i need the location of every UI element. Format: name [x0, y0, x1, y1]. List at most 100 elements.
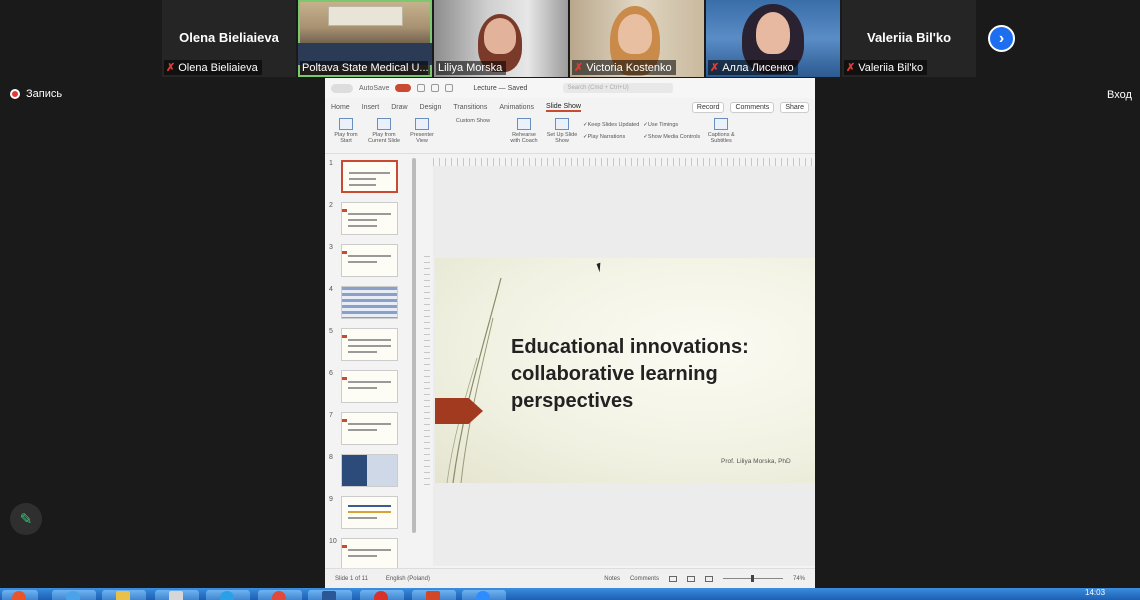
next-participants-button[interactable]: › — [988, 25, 1015, 52]
share-button[interactable]: Share — [780, 101, 809, 113]
slide-thumbnail[interactable] — [341, 286, 398, 319]
participant-tile[interactable]: ✗ Victoria Kostenko — [570, 0, 704, 77]
slide-sorter-icon[interactable] — [686, 575, 695, 582]
presenter-view-label: Presenter View — [410, 132, 434, 144]
tab-design[interactable]: Design — [420, 104, 442, 111]
taskbar-app[interactable] — [462, 590, 506, 600]
current-slide[interactable]: Educational innovations: collaborative l… — [435, 258, 815, 483]
play-current-icon — [377, 118, 391, 130]
comments-status-button[interactable]: Comments — [630, 576, 659, 582]
participant-tile[interactable]: Valeriia Bil'ko ✗ Valeriia Bil'ko — [842, 0, 976, 77]
slide-thumbnail-pane: 1 2 3 4 5 6 7 8 9 10 — [325, 156, 417, 571]
tab-draw[interactable]: Draw — [391, 104, 407, 111]
slide-thumbnail[interactable] — [341, 538, 398, 571]
slide-number: 3 — [329, 244, 333, 251]
thumb-line — [348, 219, 377, 221]
participant-display-name: Valeriia Bil'ko — [866, 30, 952, 45]
grass-decoration — [446, 277, 502, 483]
slide-thumbnail[interactable] — [341, 244, 398, 277]
slide-thumbnail[interactable] — [341, 454, 398, 487]
slide-thumbnail[interactable] — [341, 496, 398, 529]
annotate-pen-button[interactable]: ✎ — [10, 503, 42, 535]
thumb-line — [349, 178, 376, 180]
app-icon — [169, 591, 183, 600]
participant-face — [484, 18, 516, 54]
participant-tile[interactable]: Olena Bieliaieva ✗ Olena Bieliaieva — [162, 0, 296, 77]
rehearse-button[interactable]: Rehearse with Coach — [507, 118, 541, 144]
ribbon-tabs: Home Insert Draw Design Transitions Anim… — [325, 98, 815, 116]
shared-screen-powerpoint: AutoSave Lecture — Saved Search (Cmd + C… — [325, 78, 815, 588]
home-icon[interactable] — [417, 84, 426, 92]
powerpoint-icon — [426, 591, 440, 600]
language-indicator[interactable]: English (Poland) — [386, 576, 430, 582]
status-right: Notes Comments 74% — [604, 575, 805, 582]
taskbar-app[interactable] — [258, 590, 302, 600]
presenter-view-button[interactable]: Presenter View — [405, 118, 439, 144]
thumb-line — [349, 184, 376, 186]
taskbar-app[interactable] — [360, 590, 404, 600]
slide-author: Prof. Liliya Morska, PhD — [721, 458, 791, 465]
notes-button[interactable]: Notes — [604, 576, 620, 582]
participant-tile[interactable]: Liliya Morska — [434, 0, 568, 77]
tab-insert[interactable]: Insert — [362, 104, 380, 111]
slide-thumbnail[interactable] — [341, 370, 398, 403]
search-input[interactable]: Search (Cmd + Ctrl+U) — [563, 83, 674, 93]
tab-animations[interactable]: Animations — [499, 104, 534, 111]
mic-muted-icon: ✗ — [846, 62, 856, 74]
tab-slide-show[interactable]: Slide Show — [545, 103, 581, 112]
thumb-accent — [342, 545, 347, 548]
autosave-toggle[interactable] — [395, 84, 412, 92]
play-from-start-label: Play from Start — [334, 132, 358, 144]
taskbar-start[interactable] — [2, 590, 38, 600]
participant-tile-active[interactable]: Poltava State Medical U... — [298, 0, 432, 77]
thumb-line — [348, 261, 377, 263]
participant-tile[interactable]: ✗ Алла Лисенко — [706, 0, 840, 77]
participant-name: Victoria Kostenko — [586, 61, 672, 74]
custom-show-button[interactable]: Custom Show — [443, 118, 503, 124]
thumb-line — [348, 339, 391, 341]
slide-thumbnail[interactable] — [341, 412, 398, 445]
undo-icon[interactable] — [445, 84, 454, 92]
normal-view-icon[interactable] — [668, 575, 677, 582]
set-up-slideshow-button[interactable]: Set Up Slide Show — [545, 118, 579, 144]
save-icon[interactable] — [431, 84, 440, 92]
thumb-line — [348, 381, 391, 383]
recording-label: Запись — [26, 88, 63, 100]
slide-number: 10 — [329, 538, 337, 545]
chevron-right-icon: › — [998, 29, 1005, 47]
participant-label: ✗ Алла Лисенко — [708, 60, 798, 75]
taskbar-app[interactable] — [52, 590, 96, 600]
exit-button[interactable]: Вход — [1107, 89, 1132, 101]
participant-face — [756, 12, 790, 54]
taskbar-app[interactable] — [412, 590, 456, 600]
comments-button[interactable]: Comments — [730, 101, 775, 113]
captions-button[interactable]: Captions & Subtitles — [704, 118, 738, 144]
thumbnail-scrollbar[interactable] — [412, 158, 416, 533]
use-timings-checkbox[interactable]: Use Timings — [643, 122, 700, 128]
tab-transitions[interactable]: Transitions — [453, 104, 487, 111]
record-button[interactable]: Record — [691, 101, 725, 113]
zoom-slider[interactable] — [722, 575, 783, 582]
play-narrations-checkbox[interactable]: Play Narrations — [583, 134, 639, 140]
mic-muted-icon: ✗ — [710, 62, 720, 74]
participant-label: Liliya Morska — [436, 61, 507, 75]
slide-thumbnail[interactable] — [341, 328, 398, 361]
taskbar-app[interactable] — [308, 590, 352, 600]
tab-home[interactable]: Home — [331, 104, 350, 111]
taskbar-app[interactable] — [206, 590, 250, 600]
keep-slides-updated-checkbox[interactable]: Keep Slides Updated — [583, 122, 640, 128]
recording-indicator[interactable]: Запись — [10, 88, 62, 100]
slideshow-options-2: Use Timings Show Media Controls — [643, 118, 700, 140]
participant-label: Poltava State Medical U... — [300, 61, 428, 75]
sidebar-toggle[interactable] — [331, 83, 353, 93]
taskbar-app[interactable] — [102, 590, 146, 600]
show-media-controls-checkbox[interactable]: Show Media Controls — [643, 134, 700, 140]
slide-number: 2 — [329, 202, 333, 209]
thumb-line — [348, 387, 377, 389]
slide-thumbnail[interactable] — [341, 202, 398, 235]
reading-view-icon[interactable] — [704, 575, 713, 582]
play-from-current-button[interactable]: Play from Current Slide — [367, 118, 401, 144]
play-from-start-button[interactable]: Play from Start — [329, 118, 363, 144]
taskbar-app[interactable] — [155, 590, 199, 600]
slide-thumbnail[interactable] — [341, 160, 398, 193]
